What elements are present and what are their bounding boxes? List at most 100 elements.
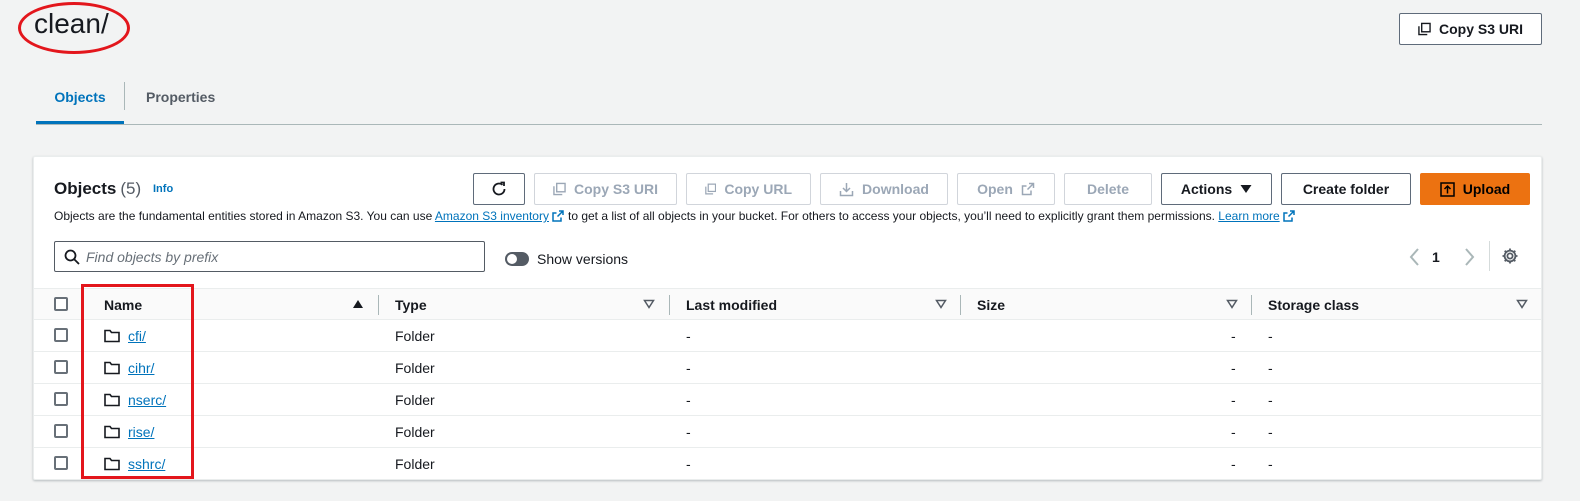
search-input[interactable] — [86, 243, 476, 270]
copy-url-label: Copy URL — [724, 181, 792, 197]
sort-desc-icon[interactable] — [935, 299, 947, 309]
copy-icon — [705, 183, 717, 195]
object-storage-class: - — [1268, 424, 1273, 440]
open-button[interactable]: Open — [957, 173, 1055, 205]
copy-icon — [553, 182, 566, 196]
copy-url-button[interactable]: Copy URL — [686, 173, 811, 205]
tab-objects[interactable]: Objects — [36, 80, 124, 124]
objects-panel: Objects (5) Info Copy S3 URI Copy URL Dow… — [33, 156, 1542, 480]
column-divider — [960, 295, 961, 315]
download-button[interactable]: Download — [820, 173, 948, 205]
chevron-left-icon[interactable] — [1408, 247, 1422, 267]
copy-s3-uri-label: Copy S3 URI — [573, 181, 658, 197]
row-checkbox[interactable] — [54, 456, 68, 470]
object-size: - — [1231, 360, 1236, 376]
tab-properties[interactable]: Properties — [146, 80, 215, 124]
tab-bar: Objects Properties — [36, 80, 1542, 125]
column-divider — [378, 295, 379, 315]
pagination-divider — [1489, 241, 1490, 271]
object-type: Folder — [395, 328, 435, 344]
delete-button[interactable]: Delete — [1064, 173, 1152, 205]
tab-divider — [124, 82, 125, 110]
gear-icon[interactable] — [1501, 247, 1519, 265]
row-checkbox[interactable] — [54, 424, 68, 438]
title-annotation-ellipse — [18, 2, 130, 54]
table-row: cihr/ Folder - - - — [34, 352, 1541, 384]
info-link[interactable]: Info — [153, 183, 173, 195]
object-storage-class: - — [1268, 328, 1273, 344]
actions-dropdown[interactable]: Actions — [1161, 173, 1272, 205]
external-link-icon — [552, 210, 564, 222]
sort-desc-icon[interactable] — [1516, 299, 1528, 309]
upload-button[interactable]: Upload — [1420, 173, 1530, 205]
table-row: cfi/ Folder - - - — [34, 320, 1541, 352]
delete-label: Delete — [1086, 181, 1130, 197]
column-header-storage-class[interactable]: Storage class — [1268, 297, 1359, 313]
name-column-annotation-box — [81, 284, 194, 479]
page-number[interactable]: 1 — [1432, 249, 1440, 265]
object-last-modified: - — [686, 424, 691, 440]
object-storage-class: - — [1268, 360, 1273, 376]
objects-description: Objects are the fundamental entities sto… — [54, 209, 1299, 223]
show-versions-toggle[interactable] — [505, 252, 529, 266]
table-row: nserc/ Folder - - - — [34, 384, 1541, 416]
object-storage-class: - — [1268, 392, 1273, 408]
objects-panel-heading: Objects (5) — [54, 179, 141, 199]
copy-s3-uri-button[interactable]: Copy S3 URI — [534, 173, 677, 205]
table-row: rise/ Folder - - - — [34, 416, 1541, 448]
object-size: - — [1231, 424, 1236, 440]
description-text-2: to get a list of all objects in your buc… — [567, 209, 1215, 223]
inventory-link[interactable]: Amazon S3 inventory — [435, 209, 549, 223]
objects-toolbar: Copy S3 URI Copy URL Download Open Delet… — [473, 173, 1530, 205]
object-last-modified: - — [686, 328, 691, 344]
object-last-modified: - — [686, 456, 691, 472]
row-checkbox[interactable] — [54, 328, 68, 342]
object-last-modified: - — [686, 392, 691, 408]
caret-down-icon — [1240, 185, 1252, 193]
table-header: Name Type Last modified Size Storage cla… — [34, 288, 1541, 320]
open-label: Open — [977, 181, 1013, 197]
upload-icon — [1440, 181, 1455, 197]
object-size: - — [1231, 328, 1236, 344]
external-link-icon — [1021, 182, 1035, 196]
actions-label: Actions — [1180, 181, 1233, 197]
objects-title: Objects — [54, 179, 117, 198]
select-all-checkbox[interactable] — [54, 297, 68, 311]
learn-more-link[interactable]: Learn more — [1218, 209, 1279, 223]
row-checkbox[interactable] — [54, 360, 68, 374]
object-type: Folder — [395, 360, 435, 376]
search-box — [54, 241, 485, 272]
column-divider — [1251, 295, 1252, 315]
object-size: - — [1231, 456, 1236, 472]
header-copy-s3-uri-label: Copy S3 URI — [1438, 21, 1523, 37]
column-header-size[interactable]: Size — [977, 297, 1005, 313]
toggle-knob — [507, 254, 517, 264]
objects-count: (5) — [120, 179, 142, 198]
chevron-right-icon[interactable] — [1462, 247, 1476, 267]
object-type: Folder — [395, 424, 435, 440]
table-row: sshrc/ Folder - - - — [34, 448, 1541, 480]
create-folder-button[interactable]: Create folder — [1281, 173, 1411, 205]
object-type: Folder — [395, 392, 435, 408]
object-size: - — [1231, 392, 1236, 408]
column-header-last-modified[interactable]: Last modified — [686, 297, 777, 313]
object-storage-class: - — [1268, 456, 1273, 472]
show-versions-label: Show versions — [537, 251, 629, 267]
sort-asc-icon[interactable] — [352, 299, 364, 309]
refresh-button[interactable] — [473, 173, 525, 205]
header-copy-s3-uri-button[interactable]: Copy S3 URI — [1399, 13, 1542, 45]
objects-table: Name Type Last modified Size Storage cla… — [34, 288, 1541, 480]
column-header-type[interactable]: Type — [395, 297, 427, 313]
upload-label: Upload — [1462, 181, 1511, 197]
copy-icon — [1418, 22, 1431, 36]
row-checkbox[interactable] — [54, 392, 68, 406]
create-folder-label: Create folder — [1302, 181, 1390, 197]
object-last-modified: - — [686, 360, 691, 376]
object-type: Folder — [395, 456, 435, 472]
description-text-1: Objects are the fundamental entities sto… — [54, 209, 433, 223]
column-divider — [669, 295, 670, 315]
sort-desc-icon[interactable] — [643, 299, 655, 309]
download-label: Download — [862, 181, 929, 197]
download-icon — [839, 182, 854, 196]
sort-desc-icon[interactable] — [1226, 299, 1238, 309]
